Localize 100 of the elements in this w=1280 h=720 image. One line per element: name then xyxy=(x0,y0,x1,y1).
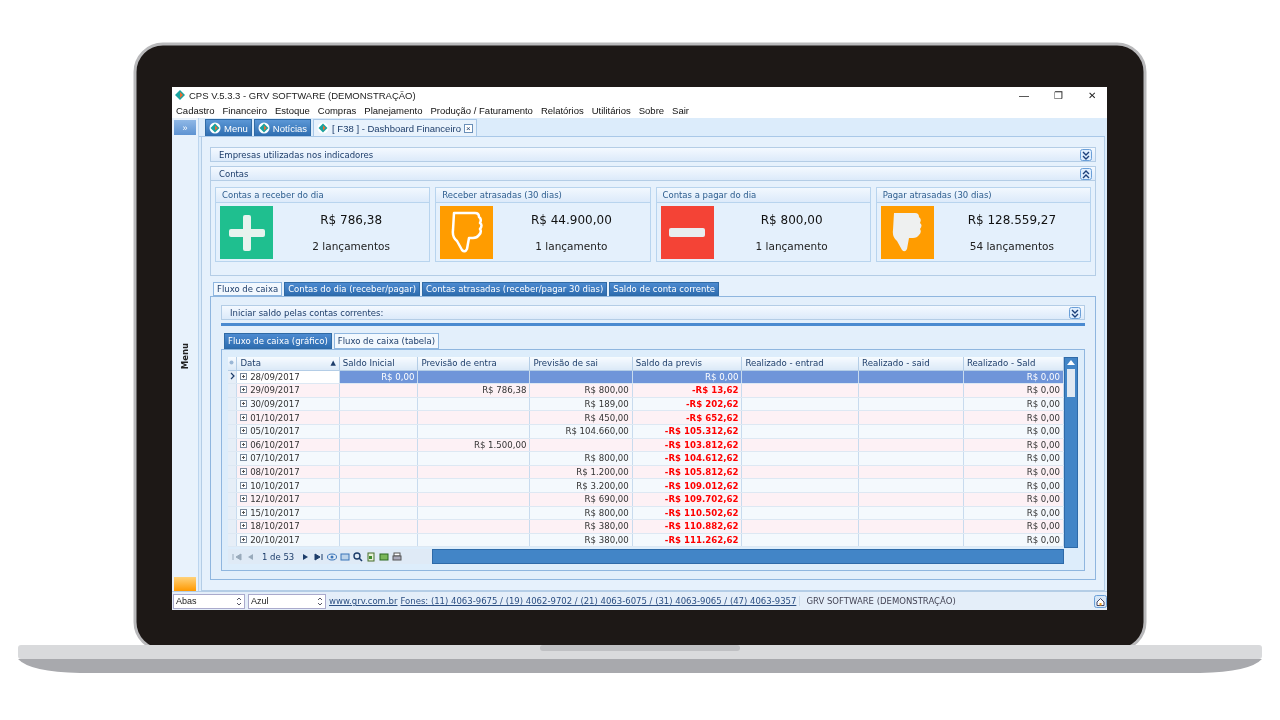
amount: R$ 800,00 xyxy=(760,212,823,227)
tab[interactable]: Saldo de conta corrente xyxy=(609,282,720,296)
expand-icon[interactable] xyxy=(1080,148,1092,161)
document-icon[interactable] xyxy=(366,551,377,562)
header-dot-icon xyxy=(228,359,235,367)
maximize-button[interactable]: ❐ xyxy=(1043,87,1073,103)
menu-item[interactable]: Financeiro xyxy=(222,105,267,116)
expand-row-icon[interactable] xyxy=(240,468,248,476)
tab[interactable]: Contas do dia (receber/pagar) xyxy=(284,282,421,296)
search-icon[interactable] xyxy=(353,551,364,562)
table-cell: 08/10/2017 xyxy=(250,467,300,478)
menu-item[interactable]: Sobre xyxy=(638,105,665,116)
thumbs-down-icon xyxy=(892,212,923,253)
vertical-scrollbar[interactable] xyxy=(1064,357,1078,548)
close-button[interactable]: ✕ xyxy=(1077,87,1107,103)
tab[interactable]: [ F38 ] - Dashboard Financeiro × xyxy=(313,119,477,136)
expand-row-icon[interactable] xyxy=(240,481,248,489)
section-header[interactable]: Iniciar saldo pelas contas correntes: xyxy=(221,305,1085,320)
expand-row-icon[interactable] xyxy=(240,427,248,435)
column-header[interactable]: Realizado - said xyxy=(858,357,964,371)
table-row[interactable]: 07/10/2017 R$ 800,00 -R$ 104.612,62 R$ 0,00 xyxy=(228,451,1064,466)
expand-row-icon[interactable] xyxy=(240,495,248,503)
table-row[interactable]: 10/10/2017 R$ 3.200,00 -R$ 109.012,62 R$ 0,00 xyxy=(228,478,1064,493)
column-header[interactable]: Saldo Inicial xyxy=(339,357,418,371)
phones-link[interactable]: Fones: (11) 4063-9675 / (19) 4062-9702 / (21) 4063-6075 / (31) 4063-9065 / (47) 4063-9357 xyxy=(400,596,797,606)
amount: R$ 44.900,00 xyxy=(530,212,612,227)
expand-row-icon[interactable] xyxy=(240,400,248,408)
table-row[interactable]: 28/09/2017 R$ 0,00 R$ 0,00 R$ 0,00 xyxy=(228,370,1064,384)
status-light xyxy=(174,577,196,591)
menu-item[interactable]: Planejamento xyxy=(364,105,423,116)
app-logo-icon xyxy=(317,122,330,134)
expand-row-icon[interactable] xyxy=(240,413,248,421)
table-cell: 28/09/2017 xyxy=(250,371,300,382)
scroll-up-icon[interactable] xyxy=(1067,360,1075,365)
horizontal-scrollbar[interactable] xyxy=(432,549,1064,564)
table-cell: 18/10/2017 xyxy=(250,521,300,532)
column-header[interactable]: Saldo da previs xyxy=(632,357,742,371)
tab[interactable]: Fluxo de caixa xyxy=(213,282,283,296)
column-header[interactable]: Previsão de entra xyxy=(417,357,530,371)
table-cell: 12/10/2017 xyxy=(250,494,300,505)
expand-row-icon[interactable] xyxy=(240,372,248,380)
menu-item[interactable]: Estoque xyxy=(274,105,310,116)
table-cell: 20/10/2017 xyxy=(250,535,300,545)
table-row[interactable]: 29/09/2017 R$ 786,38 R$ 800,00 -R$ 13,62 R$ 0,00 xyxy=(228,383,1064,398)
minimize-button[interactable]: — xyxy=(1009,87,1039,103)
tab-mode-select[interactable]: Abas xyxy=(173,593,245,609)
tab[interactable]: Menu xyxy=(205,119,252,136)
expand-row-icon[interactable] xyxy=(240,386,248,394)
table-row[interactable]: 08/10/2017 R$ 1.200,00 -R$ 105.812,62 R$ 0,00 xyxy=(228,465,1064,479)
home-icon[interactable] xyxy=(1094,594,1107,608)
table-cell: 29/09/2017 xyxy=(250,385,300,396)
stepper-icon[interactable] xyxy=(236,596,242,606)
tab[interactable]: Contas atrasadas (receber/pagar 30 dias) xyxy=(422,282,608,296)
expand-icon[interactable] xyxy=(1069,306,1081,319)
table-cell: 15/10/2017 xyxy=(250,507,300,518)
last-page-icon[interactable] xyxy=(314,551,325,562)
stepper-icon[interactable] xyxy=(317,596,323,606)
column-header[interactable]: Realizado - entrad xyxy=(741,357,859,371)
menu-item[interactable]: Sair xyxy=(672,105,689,116)
entry-count: 1 lançamento xyxy=(535,240,608,253)
amount: R$ 128.559,27 xyxy=(967,212,1057,227)
table-row[interactable]: 30/09/2017 R$ 189,00 -R$ 202,62 R$ 0,00 xyxy=(228,397,1064,411)
tab[interactable]: Notícias xyxy=(253,119,312,136)
menu-item[interactable]: Produção / Faturamento xyxy=(430,105,533,116)
column-header[interactable]: Data xyxy=(240,358,261,369)
column-header[interactable]: Realizado - Sald xyxy=(963,357,1064,371)
table-row[interactable]: 06/10/2017 R$ 1.500,00 -R$ 103.812,62 R$ 0,00 xyxy=(228,438,1064,452)
section-header[interactable]: Empresas utilizadas nos indicadores xyxy=(210,147,1096,162)
expand-row-icon[interactable] xyxy=(240,536,248,543)
close-tab-button[interactable]: × xyxy=(463,123,473,133)
menu-item[interactable]: Utilitários xyxy=(591,105,631,116)
page-indicator: 1 de 53 xyxy=(262,551,295,562)
plus-icon xyxy=(228,214,265,251)
table-row[interactable]: 05/10/2017 R$ 104.660,00 -R$ 105.312,62 R$ 0,00 xyxy=(228,424,1064,439)
menu-item[interactable]: Relatórios xyxy=(540,105,584,116)
menu-item[interactable]: Cadastro xyxy=(176,105,215,116)
expand-row-icon[interactable] xyxy=(240,508,248,516)
app-logo-icon xyxy=(209,122,221,134)
table-row[interactable]: 01/10/2017 R$ 450,00 -R$ 652,62 R$ 0,00 xyxy=(228,410,1064,425)
collapse-icon[interactable] xyxy=(1080,167,1092,180)
scroll-thumb[interactable] xyxy=(1067,369,1075,397)
table-row[interactable]: 20/10/2017 R$ 380,00 -R$ 111.262,62 R$ 0,00 xyxy=(228,533,1064,547)
company-name: GRV SOFTWARE (DEMONSTRAÇÃO) xyxy=(799,596,1091,606)
menu-item[interactable]: Compras xyxy=(317,105,357,116)
card-title: Contas a pagar do dia xyxy=(656,188,870,203)
expand-row-icon[interactable] xyxy=(240,440,248,448)
table-row[interactable]: 12/10/2017 R$ 690,00 -R$ 109.702,62 R$ 0,00 xyxy=(228,492,1064,507)
expand-row-icon[interactable] xyxy=(240,454,248,462)
table-row[interactable]: 15/10/2017 R$ 800,00 -R$ 110.502,62 R$ 0,00 xyxy=(228,506,1064,520)
expand-row-icon[interactable] xyxy=(240,522,248,530)
column-header[interactable]: Previsão de sai xyxy=(529,357,633,371)
tab[interactable]: Fluxo de caixa (tabela) xyxy=(333,333,439,349)
spreadsheet-icon[interactable] xyxy=(379,551,390,562)
print-icon[interactable] xyxy=(392,551,403,562)
theme-select[interactable]: Azul xyxy=(248,593,326,609)
website-link[interactable]: www.grv.com.br xyxy=(329,596,398,606)
tab[interactable]: Fluxo de caixa (gráfico) xyxy=(224,333,332,349)
section-header[interactable]: Contas xyxy=(210,166,1096,181)
table-row[interactable]: 18/10/2017 R$ 380,00 -R$ 110.882,62 R$ 0,00 xyxy=(228,519,1064,534)
eye-icon[interactable] xyxy=(327,551,338,562)
